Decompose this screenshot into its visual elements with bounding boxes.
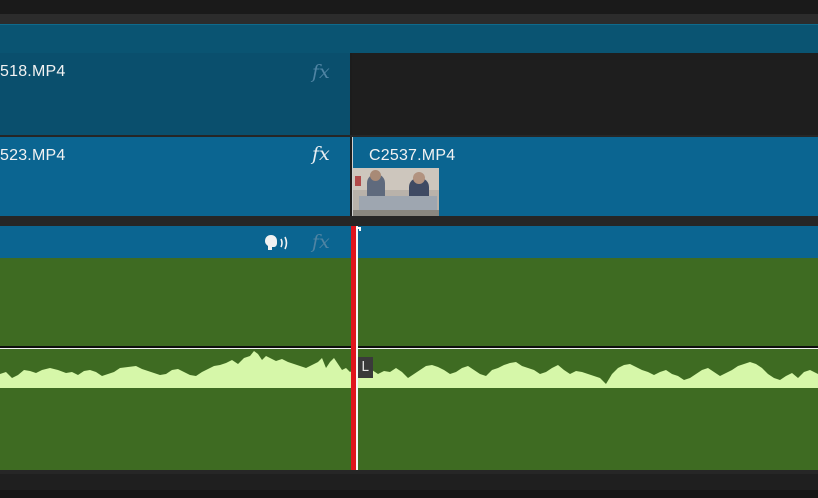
- video-clip-c2537[interactable]: C2537.MP4: [352, 137, 818, 216]
- audio-clip-header[interactable]: fx: [0, 226, 818, 258]
- audio-channel-badge: L: [357, 357, 373, 378]
- video-clip-518[interactable]: 518.MP4 fx: [0, 53, 350, 135]
- timeline-horizontal-scrollbar[interactable]: [0, 474, 818, 490]
- clip-name: 523.MP4: [0, 147, 66, 164]
- timeline-ruler-gap: [0, 14, 818, 24]
- clip-thumbnail: [353, 168, 439, 216]
- video-track-3-clip[interactable]: [0, 24, 818, 53]
- video-track-2-empty-area[interactable]: [352, 53, 818, 135]
- timeline-top-bar: [0, 0, 818, 14]
- clip-name: 518.MP4: [0, 63, 66, 80]
- clip-name: C2537.MP4: [369, 147, 456, 164]
- playhead-edge: [356, 226, 358, 470]
- fx-icon[interactable]: fx: [312, 61, 330, 83]
- fx-icon[interactable]: fx: [312, 143, 330, 165]
- video-audio-divider: [0, 216, 818, 226]
- audio-waveform: [0, 351, 818, 388]
- fx-icon[interactable]: fx: [312, 231, 330, 253]
- voice-enhance-icon[interactable]: [264, 234, 292, 252]
- video-clip-523[interactable]: 523.MP4 fx: [0, 137, 350, 216]
- playhead-cap[interactable]: [356, 227, 361, 231]
- timeline-footer: [0, 490, 818, 498]
